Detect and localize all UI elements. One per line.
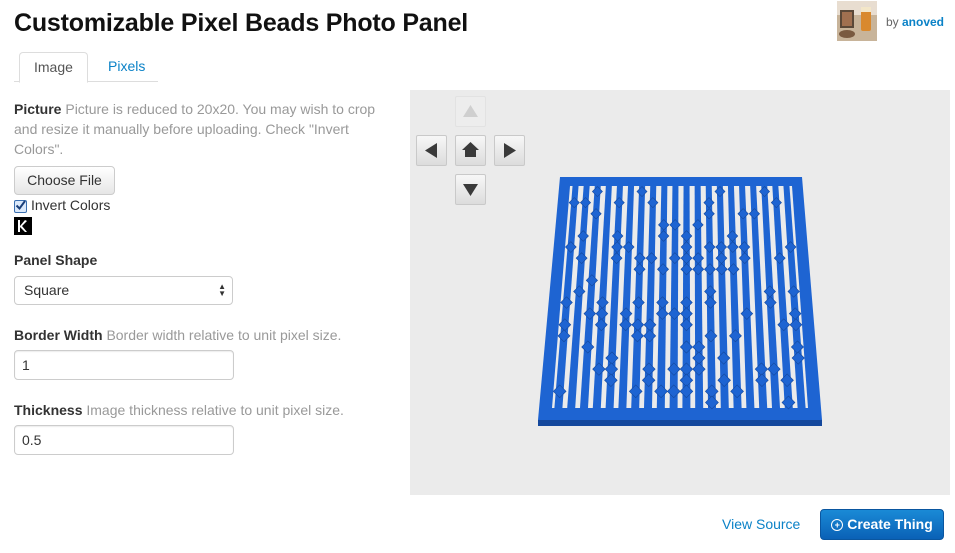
- panel-shape-select[interactable]: Square ▲ ▼: [14, 276, 233, 305]
- plus-circle-icon: +: [831, 519, 844, 531]
- author-link[interactable]: anoved: [902, 15, 944, 29]
- thickness-help: Image thickness relative to unit pixel s…: [86, 402, 344, 418]
- choose-file-button[interactable]: Choose File: [14, 166, 115, 195]
- invert-colors-checkbox[interactable]: [14, 199, 27, 213]
- bead-panel-model: [538, 177, 822, 426]
- checkmark-icon: [15, 199, 26, 210]
- select-arrows-icon: ▲ ▼: [218, 282, 226, 298]
- picture-label: Picture: [14, 101, 62, 117]
- author-avatar[interactable]: [836, 1, 877, 41]
- picture-description: Picture Picture is reduced to 20x20. You…: [14, 99, 394, 159]
- border-width-help: Border width relative to unit pixel size…: [106, 327, 342, 343]
- by-prefix: by: [885, 15, 899, 29]
- invert-colors-row: Invert Colors: [14, 197, 110, 213]
- author-byline: by anoved: [886, 15, 944, 29]
- tab-pixels[interactable]: Pixels: [94, 52, 159, 81]
- picture-thumbnail: [14, 217, 32, 235]
- thickness-label: Thickness: [14, 402, 83, 418]
- tab-bar: Image Pixels: [14, 52, 394, 83]
- create-thing-label: Create Thing: [847, 516, 933, 532]
- border-width-field-label: Border Width Border width relative to un…: [14, 327, 341, 343]
- thickness-input[interactable]: 0.5: [14, 425, 234, 455]
- border-width-label: Border Width: [14, 327, 103, 343]
- author-box: by anoved: [836, 1, 944, 41]
- border-width-input[interactable]: 1: [14, 350, 234, 380]
- panel-shape-label: Panel Shape: [14, 252, 98, 268]
- page-title: Customizable Pixel Beads Photo Panel: [14, 9, 469, 37]
- create-thing-button[interactable]: + Create Thing: [820, 509, 944, 540]
- 3d-viewer[interactable]: [410, 90, 950, 495]
- tab-image[interactable]: Image: [19, 52, 88, 83]
- view-source-link[interactable]: View Source: [722, 516, 800, 532]
- picture-help: Picture is reduced to 20x20. You may wis…: [14, 101, 376, 157]
- thickness-field-label: Thickness Image thickness relative to un…: [14, 402, 344, 418]
- customizer-form: Picture Picture is reduced to 20x20. You…: [14, 99, 394, 455]
- invert-colors-label: Invert Colors: [31, 197, 111, 213]
- panel-shape-value: Square: [24, 282, 70, 298]
